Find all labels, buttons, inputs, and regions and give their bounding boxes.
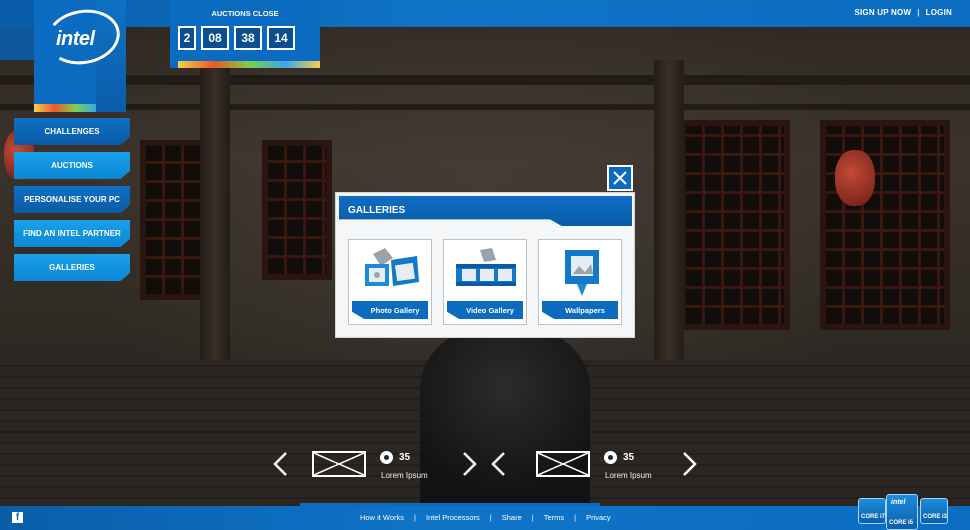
countdown-title: AUCTIONS CLOSE bbox=[211, 9, 279, 18]
lattice-window bbox=[262, 140, 332, 280]
separator: | bbox=[489, 513, 492, 522]
wallpapers-tile[interactable]: Wallpapers bbox=[538, 239, 622, 325]
auction-countdown: AUCTIONS CLOSE 2 08 38 14 bbox=[170, 0, 320, 68]
wallpapers-icon bbox=[565, 250, 599, 296]
item-caption: Lorem Ipsum bbox=[605, 471, 652, 480]
lattice-window bbox=[680, 120, 790, 330]
roof-beam bbox=[0, 104, 970, 110]
chevron-right-icon[interactable] bbox=[462, 451, 478, 477]
radio-icon[interactable] bbox=[380, 451, 393, 464]
countdown-seconds: 14 bbox=[267, 26, 295, 50]
badge-label: CORE i7 bbox=[861, 514, 886, 520]
separator: | bbox=[531, 513, 534, 522]
lantern bbox=[835, 150, 875, 206]
photo-gallery-icon bbox=[365, 248, 419, 286]
footer-link-terms[interactable]: Terms bbox=[544, 513, 564, 522]
nav-galleries[interactable]: GALLERIES bbox=[14, 254, 130, 281]
login-link[interactable]: LOGIN bbox=[926, 8, 952, 17]
separator: | bbox=[414, 513, 416, 522]
modal-title: GALLERIES bbox=[348, 205, 406, 216]
item-count-value: 35 bbox=[623, 452, 635, 463]
item-count: 35 bbox=[380, 451, 410, 464]
sign-up-link[interactable]: SIGN UP NOW bbox=[854, 8, 911, 17]
footer-link-privacy[interactable]: Privacy bbox=[586, 513, 611, 522]
chevron-left-icon[interactable] bbox=[272, 451, 288, 477]
footer-bar: f How it Works | Intel Processors | Shar… bbox=[0, 503, 970, 530]
nav-find-partner[interactable]: FIND AN INTEL PARTNER bbox=[14, 220, 130, 247]
top-bar: SIGN UP NOW | LOGIN bbox=[0, 0, 970, 27]
badge-label: CORE i5 bbox=[889, 520, 914, 526]
envelope-icon bbox=[313, 452, 365, 476]
badge-label: CORE i3 bbox=[923, 514, 948, 520]
video-gallery-tile[interactable]: Video Gallery bbox=[443, 239, 527, 325]
martial-artist-figure bbox=[420, 330, 590, 520]
logo-color-strip bbox=[34, 104, 96, 112]
nav-challenges[interactable]: CHALLENGES bbox=[14, 118, 130, 145]
footer-link-share[interactable]: Share bbox=[502, 513, 522, 522]
chevron-right-icon[interactable] bbox=[682, 451, 698, 477]
logo-text: intel bbox=[56, 28, 95, 50]
separator: | bbox=[574, 513, 577, 522]
footer-link-how-it-works[interactable]: How it Works bbox=[360, 513, 404, 522]
separator: | bbox=[917, 8, 920, 17]
core-i7-badge: CORE i7 bbox=[858, 498, 886, 524]
roof-beam bbox=[0, 75, 970, 85]
countdown-color-strip bbox=[178, 61, 320, 68]
nav-personalise-pc[interactable]: PERSONALISE YOUR PC bbox=[14, 186, 130, 213]
chevron-left-icon[interactable] bbox=[490, 451, 506, 477]
countdown-days: 2 bbox=[178, 26, 196, 50]
footer-link-intel-processors[interactable]: Intel Processors bbox=[426, 513, 480, 522]
envelope-thumbnail[interactable] bbox=[536, 451, 590, 477]
item-caption: Lorem Ipsum bbox=[381, 471, 428, 480]
close-icon bbox=[613, 171, 627, 185]
footer-links: How it Works | Intel Processors | Share … bbox=[360, 513, 611, 522]
galleries-modal: GALLERIES Photo Gallery Video Gallery Wa… bbox=[335, 192, 635, 338]
envelope-thumbnail[interactable] bbox=[312, 451, 366, 477]
countdown-minutes: 38 bbox=[234, 26, 262, 50]
core-i3-badge: CORE i3 bbox=[920, 498, 948, 524]
modal-header: GALLERIES bbox=[339, 196, 632, 226]
photo-gallery-tile[interactable]: Photo Gallery bbox=[348, 239, 432, 325]
tile-label: Wallpapers bbox=[542, 301, 618, 319]
featured-carousel: 35 Lorem Ipsum 35 Lorem Ipsum bbox=[0, 448, 970, 488]
item-count-value: 35 bbox=[399, 452, 411, 463]
lattice-window bbox=[820, 120, 950, 330]
account-links: SIGN UP NOW | LOGIN bbox=[854, 8, 952, 17]
core-i5-badge: intel CORE i5 bbox=[886, 494, 918, 530]
radio-icon[interactable] bbox=[604, 451, 617, 464]
modal-close-button[interactable] bbox=[607, 165, 633, 191]
countdown-hours: 08 bbox=[201, 26, 229, 50]
video-gallery-icon bbox=[456, 248, 516, 286]
countdown-digits: 2 08 38 14 bbox=[178, 26, 295, 50]
intel-logo[interactable]: intel bbox=[0, 0, 125, 112]
tile-label: Video Gallery bbox=[447, 301, 523, 319]
main-nav: CHALLENGES AUCTIONS PERSONALISE YOUR PC … bbox=[14, 118, 130, 288]
envelope-icon bbox=[537, 452, 589, 476]
nav-auctions[interactable]: AUCTIONS bbox=[14, 152, 130, 179]
processor-badges: CORE i7 intel CORE i5 CORE i3 bbox=[858, 490, 950, 530]
tile-label: Photo Gallery bbox=[352, 301, 428, 319]
badge-brand: intel bbox=[891, 499, 906, 506]
facebook-icon[interactable]: f bbox=[12, 512, 23, 523]
item-count: 35 bbox=[604, 451, 634, 464]
